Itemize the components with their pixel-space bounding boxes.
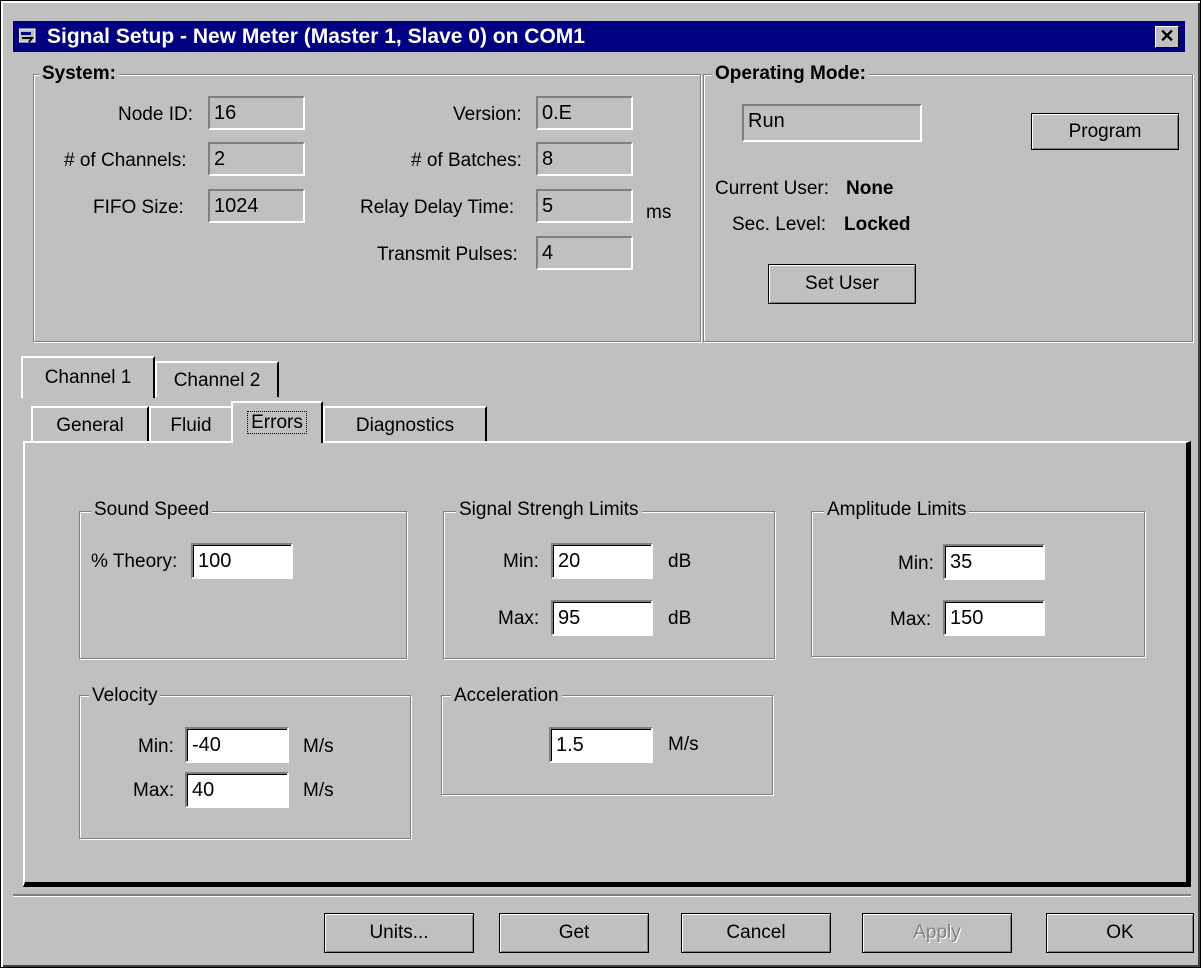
node-id-field: 16 xyxy=(208,96,305,130)
tab-diagnostics-label: Diagnostics xyxy=(355,415,455,436)
velocity-group xyxy=(79,695,411,839)
transmit-pulses-label: Transmit Pulses: xyxy=(377,244,518,265)
title-bar[interactable]: Signal Setup - New Meter (Master 1, Slav… xyxy=(13,21,1185,52)
velocity-min-input[interactable]: -40 xyxy=(185,727,289,763)
velocity-max-unit: M/s xyxy=(303,780,334,801)
close-icon[interactable]: ✕ xyxy=(1155,26,1179,48)
signal-min-input[interactable]: 20 xyxy=(551,543,653,579)
sec-level-value: Locked xyxy=(844,214,911,235)
program-button[interactable]: Program xyxy=(1031,113,1179,150)
tab-channel-1-label: Channel 1 xyxy=(44,367,132,388)
tab-general[interactable]: General xyxy=(31,406,149,442)
get-button-label: Get xyxy=(558,922,590,943)
units-button[interactable]: Units... xyxy=(324,913,474,953)
tab-fluid-label: Fluid xyxy=(170,415,212,436)
fifo-size-label: FIFO Size: xyxy=(93,197,184,218)
amplitude-max-input[interactable]: 150 xyxy=(943,600,1045,636)
signal-strength-label: Signal Strengh Limits xyxy=(456,499,642,521)
amplitude-min-input[interactable]: 35 xyxy=(943,544,1045,580)
signal-setup-window: Signal Setup - New Meter (Master 1, Slav… xyxy=(0,0,1201,968)
amplitude-label: Amplitude Limits xyxy=(824,499,970,521)
current-user-label: Current User: xyxy=(715,178,830,199)
tab-general-label: General xyxy=(56,415,124,436)
tab-errors-label: Errors xyxy=(247,411,307,434)
system-group-label: System: xyxy=(39,63,119,85)
program-button-label: Program xyxy=(1068,121,1142,142)
tab-errors[interactable]: Errors xyxy=(231,401,323,443)
acceleration-label: Acceleration xyxy=(451,685,562,707)
signal-strength-group xyxy=(443,511,775,659)
version-label: Version: xyxy=(453,104,522,125)
relay-delay-label: Relay Delay Time: xyxy=(360,197,515,218)
theory-label: % Theory: xyxy=(91,551,178,572)
sound-speed-group xyxy=(79,511,407,659)
velocity-max-label: Max: xyxy=(133,780,175,801)
cancel-button-label: Cancel xyxy=(726,922,786,943)
velocity-min-unit: M/s xyxy=(303,736,334,757)
current-user-value: None xyxy=(846,178,894,199)
tab-channel-1[interactable]: Channel 1 xyxy=(21,356,155,398)
sec-level-label: Sec. Level: xyxy=(732,214,826,235)
tab-channel-2[interactable]: Channel 2 xyxy=(155,361,279,397)
units-button-label: Units... xyxy=(369,922,429,943)
channels-label: # of Channels: xyxy=(64,150,187,171)
acceleration-input[interactable]: 1.5 xyxy=(549,727,653,763)
tab-channel-2-label: Channel 2 xyxy=(173,370,261,391)
amplitude-min-label: Min: xyxy=(898,553,934,574)
app-icon xyxy=(19,28,36,43)
relay-delay-field: 5 xyxy=(536,189,633,223)
tab-diagnostics[interactable]: Diagnostics xyxy=(323,406,487,442)
fifo-size-field: 1024 xyxy=(208,189,305,223)
sound-speed-label: Sound Speed xyxy=(91,499,213,521)
ok-button-label: OK xyxy=(1106,922,1134,943)
version-field: 0.E xyxy=(536,96,633,130)
window-title: Signal Setup - New Meter (Master 1, Slav… xyxy=(47,25,585,48)
set-user-button[interactable]: Set User xyxy=(768,264,916,304)
signal-max-unit: dB xyxy=(668,608,692,629)
transmit-pulses-field: 4 xyxy=(536,236,633,270)
acceleration-unit: M/s xyxy=(668,734,699,755)
set-user-button-label: Set User xyxy=(805,273,879,294)
velocity-max-input[interactable]: 40 xyxy=(185,772,289,808)
relay-delay-unit: ms xyxy=(646,202,672,223)
cancel-button[interactable]: Cancel xyxy=(681,913,831,953)
amplitude-max-label: Max: xyxy=(890,609,932,630)
operating-mode-label: Operating Mode: xyxy=(712,63,869,85)
node-id-label: Node ID: xyxy=(118,104,193,125)
ok-button[interactable]: OK xyxy=(1046,913,1194,953)
signal-min-label: Min: xyxy=(503,551,539,572)
velocity-min-label: Min: xyxy=(138,736,174,757)
apply-button[interactable]: Apply xyxy=(862,913,1012,953)
signal-max-label: Max: xyxy=(498,608,540,629)
bottom-separator xyxy=(13,894,1191,897)
get-button[interactable]: Get xyxy=(499,913,649,953)
velocity-label: Velocity xyxy=(89,685,161,707)
tab-fluid[interactable]: Fluid xyxy=(149,406,233,442)
channels-field: 2 xyxy=(208,142,305,176)
theory-input[interactable]: 100 xyxy=(191,543,293,579)
batches-field: 8 xyxy=(536,142,633,176)
operating-mode-field: Run xyxy=(742,104,922,142)
signal-max-input[interactable]: 95 xyxy=(551,600,653,636)
signal-min-unit: dB xyxy=(668,551,692,572)
batches-label: # of Batches: xyxy=(411,150,522,171)
apply-button-label: Apply xyxy=(913,922,961,943)
